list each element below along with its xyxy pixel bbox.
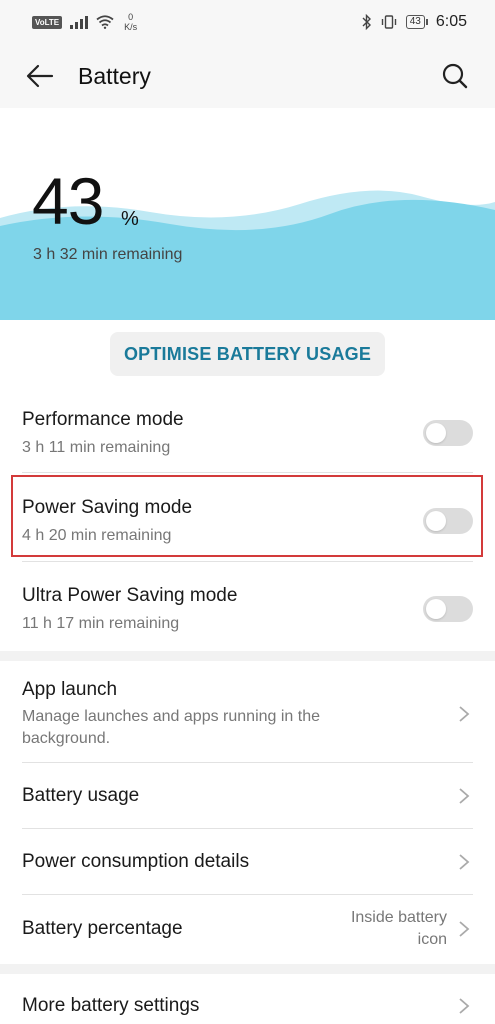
battery-usage-row[interactable]: Battery usage: [0, 764, 495, 828]
battery-percentage-row[interactable]: Battery percentage Inside battery icon: [0, 896, 495, 962]
network-speed-value: 0: [128, 12, 134, 22]
power-consumption-details-row[interactable]: Power consumption details: [0, 830, 495, 894]
battery-time-remaining: 3 h 32 min remaining: [33, 246, 183, 263]
power-saving-mode-subtitle: 4 h 20 min remaining: [22, 526, 172, 544]
divider: [22, 472, 473, 473]
vibrate-icon: [381, 15, 396, 29]
power-saving-mode-text: Power Saving mode 4 h 20 min remaining: [22, 496, 192, 547]
app-launch-text: App launch Manage launches and apps runn…: [22, 678, 382, 750]
ultra-power-saving-mode-title: Ultra Power Saving mode: [22, 584, 238, 606]
chevron-right-icon: [455, 853, 473, 871]
divider: [22, 894, 473, 895]
power-consumption-details-title: Power consumption details: [22, 851, 250, 872]
wifi-icon: [96, 15, 114, 29]
page-title: Battery: [78, 62, 151, 89]
ultra-power-saving-mode-text: Ultra Power Saving mode 11 h 17 min rema…: [22, 584, 237, 635]
performance-mode-subtitle: 3 h 11 min remaining: [22, 438, 171, 456]
more-battery-settings-row[interactable]: More battery settings: [0, 982, 495, 1024]
app-launch-row[interactable]: App launch Manage launches and apps runn…: [0, 670, 495, 758]
performance-mode-toggle[interactable]: [423, 420, 473, 446]
power-saving-mode-toggle[interactable]: [423, 508, 473, 534]
arrow-left-icon: [26, 64, 54, 88]
network-speed: 0 K/s: [124, 12, 137, 32]
battery-tip: [425, 19, 428, 25]
power-saving-mode-row[interactable]: Power Saving mode 4 h 20 min remaining: [0, 486, 495, 556]
status-left: VoLTE 0 K/s: [32, 12, 137, 32]
battery-level-text: 43: [405, 15, 425, 29]
chevron-right-icon: [455, 920, 473, 938]
divider: [22, 762, 473, 763]
volte-icon: VoLTE: [32, 15, 63, 29]
battery-percent: 43: [32, 164, 104, 238]
search-icon: [442, 63, 468, 89]
optimise-battery-usage-button[interactable]: OPTIMISE BATTERY USAGE: [110, 332, 385, 376]
toggle-knob: [426, 599, 446, 619]
search-button[interactable]: [439, 60, 471, 92]
performance-mode-row[interactable]: Performance mode 3 h 11 min remaining: [0, 398, 495, 468]
battery-icon: 43: [405, 15, 428, 29]
app-bar: Battery: [0, 44, 495, 108]
battery-percent-sign: %: [121, 208, 139, 230]
divider: [22, 561, 473, 562]
more-battery-settings-title: More battery settings: [22, 995, 200, 1016]
chevron-right-icon: [455, 787, 473, 805]
divider: [22, 828, 473, 829]
power-saving-mode-title: Power Saving mode: [22, 496, 193, 518]
section-separator: [0, 651, 495, 661]
performance-mode-text: Performance mode 3 h 11 min remaining: [22, 408, 184, 459]
ultra-power-saving-mode-toggle[interactable]: [423, 596, 473, 622]
status-time: 6:05: [435, 13, 467, 30]
ultra-power-saving-mode-row[interactable]: Ultra Power Saving mode 11 h 17 min rema…: [0, 574, 495, 644]
battery-percentage-value: Inside battery icon: [350, 909, 447, 948]
status-bar: VoLTE 0 K/s 43 6:05: [0, 0, 495, 44]
app-launch-title: App launch: [22, 679, 118, 700]
chevron-right-icon: [455, 705, 473, 723]
performance-mode-title: Performance mode: [22, 408, 184, 430]
battery-usage-title: Battery usage: [22, 785, 140, 806]
battery-percentage-title: Battery percentage: [22, 918, 183, 939]
toggle-knob: [426, 423, 446, 443]
battery-level-panel: 43 % 3 h 32 min remaining: [0, 108, 495, 320]
app-launch-subtitle: Manage launches and apps running in the …: [22, 708, 320, 747]
status-right: 43 6:05: [362, 13, 467, 31]
ultra-power-saving-mode-subtitle: 11 h 17 min remaining: [22, 614, 180, 632]
chevron-right-icon: [455, 997, 473, 1015]
back-button[interactable]: [24, 60, 56, 92]
network-speed-unit: K/s: [124, 22, 138, 32]
signal-icon: [70, 15, 89, 29]
section-separator: [0, 964, 495, 974]
bluetooth-icon: [362, 14, 371, 30]
toggle-knob: [426, 511, 446, 531]
